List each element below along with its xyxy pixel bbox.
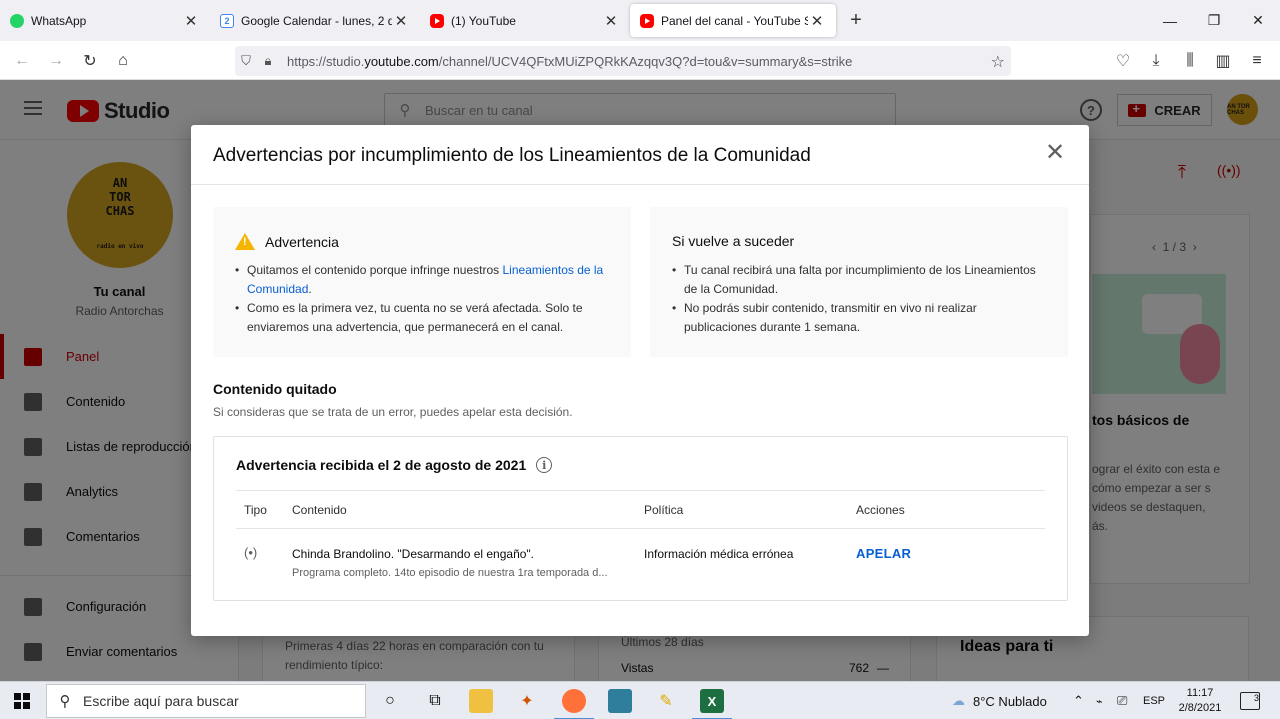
file-explorer-icon[interactable] — [469, 689, 493, 713]
strike-title-text: Advertencia recibida el 2 de agosto de 2… — [236, 457, 527, 473]
warning-bullet: Quitamos el contenido porque infringe nu… — [235, 261, 615, 299]
again-bullet: No podrás subir contenido, transmitir en… — [672, 299, 1052, 337]
warning-heading: Advertencia — [235, 233, 339, 250]
url-text: https://studio.youtube.com/channel/UCV4Q… — [287, 54, 852, 69]
library-icon[interactable]: ⫼ — [1178, 49, 1202, 73]
pocket-icon[interactable]: ♡ — [1111, 49, 1135, 73]
close-icon[interactable]: ✕ — [1043, 141, 1067, 165]
url-bar[interactable]: ⛉ 🔒︎ https://studio.youtube.com/channel/… — [235, 46, 1011, 76]
close-tab-icon[interactable]: ✕ — [808, 12, 826, 30]
reload-icon[interactable]: ↻ — [78, 49, 102, 73]
gimp-icon[interactable]: ✦ — [515, 689, 539, 713]
warning-box: Advertencia Quitamos el contenido porque… — [213, 207, 631, 357]
whatsapp-icon — [10, 13, 24, 28]
windows-start-icon[interactable] — [14, 693, 30, 709]
table-header: Tipo Contenido Política Acciones — [236, 490, 1045, 529]
youtube-icon — [430, 13, 444, 28]
column-header-type: Tipo — [244, 503, 267, 517]
maximize-button[interactable]: ❐ — [1192, 0, 1236, 41]
url-host: youtube.com — [364, 53, 439, 69]
column-header-content: Contenido — [292, 503, 347, 517]
tray-chevron-icon[interactable]: ⌃ — [1073, 682, 1084, 719]
live-stream-icon: (•) — [244, 545, 258, 560]
tab-title: Google Calendar - lunes, 2 de a — [241, 13, 392, 28]
bullet-text: Quitamos el contenido porque infringe nu… — [247, 263, 503, 277]
column-header-policy: Política — [644, 503, 684, 517]
bullet-text: . — [308, 282, 312, 296]
removed-content-subtitle: Si consideras que se trata de un error, … — [213, 405, 573, 419]
task-view-icon[interactable]: ⧉ — [423, 689, 447, 713]
table-row: (•) Chinda Brandolino. "Desarmando el en… — [236, 529, 1045, 599]
warning-bullets: Quitamos el contenido porque infringe nu… — [235, 261, 615, 337]
close-tab-icon[interactable]: ✕ — [602, 12, 620, 30]
column-header-actions: Acciones — [856, 503, 905, 517]
sidebar-icon[interactable]: ▥ — [1211, 49, 1235, 73]
youtube-icon — [640, 13, 654, 28]
minimize-button[interactable]: — — [1148, 0, 1192, 41]
url-protocol: https://studio. — [287, 53, 365, 69]
tab-title: (1) YouTube — [451, 13, 516, 28]
forward-icon[interactable]: → — [44, 49, 68, 73]
firefox-icon[interactable] — [554, 689, 594, 719]
download-icon[interactable]: ⤓ — [1144, 49, 1168, 73]
tab-google-calendar[interactable]: 2 Google Calendar - lunes, 2 de a ✕ — [210, 0, 420, 41]
tab-title: Panel del canal - YouTube Studi — [661, 13, 808, 28]
again-bullet: Tu canal recibirá una falta por incumpli… — [672, 261, 1052, 299]
tab-whatsapp[interactable]: WhatsApp ✕ — [0, 0, 210, 41]
weather-text: 8°C Nublado — [973, 693, 1047, 709]
display-icon[interactable]: ⎚ — [1117, 682, 1127, 719]
close-window-button[interactable]: ✕ — [1236, 0, 1280, 41]
warning-bullet: Como es la primera vez, tu cuenta no se … — [235, 299, 615, 337]
network-icon[interactable]: ⌁ — [1096, 682, 1103, 719]
notifications-icon[interactable]: 3 — [1240, 692, 1260, 710]
browser-tabbar: WhatsApp ✕ 2 Google Calendar - lunes, 2 … — [0, 0, 1280, 41]
again-bullets: Tu canal recibirá una falta por incumpli… — [672, 261, 1052, 337]
browser-navbar: ← → ↻ ⌂ ⛉ 🔒︎ https://studio.youtube.com/… — [0, 41, 1280, 80]
clock-date: 2/8/2021 — [1178, 702, 1222, 714]
taskbar-clock[interactable]: 11:17 2/8/2021 — [1170, 686, 1230, 716]
paint-icon[interactable]: ✎ — [654, 689, 678, 713]
shield-icon[interactable]: ⛉ — [235, 53, 257, 69]
strike-title: Advertencia recibida el 2 de agosto de 2… — [236, 457, 553, 473]
url-path: /channel/UCV4QFtxMUiZPQRkKAzqqv3Q?d=tou&… — [438, 53, 853, 69]
taskbar-search-input[interactable]: ⚲ Escribe aquí para buscar — [46, 684, 366, 718]
tab-youtube[interactable]: (1) YouTube ✕ — [420, 0, 630, 41]
close-tab-icon[interactable]: ✕ — [392, 12, 410, 30]
cortana-icon[interactable]: ○ — [378, 689, 402, 713]
removed-content-title: Contenido quitado — [213, 381, 337, 397]
tab-title: WhatsApp — [31, 13, 87, 28]
content-title: Chinda Brandolino. "Desarmando el engaño… — [292, 547, 535, 561]
again-box: Si vuelve a suceder Tu canal recibirá un… — [650, 207, 1068, 357]
back-icon[interactable]: ← — [10, 49, 34, 73]
tab-youtube-studio[interactable]: Panel del canal - YouTube Studi ✕ — [630, 4, 836, 37]
close-tab-icon[interactable]: ✕ — [182, 12, 200, 30]
warning-icon — [235, 233, 255, 250]
menu-icon[interactable]: ≡ — [1245, 49, 1269, 73]
info-icon[interactable]: i — [536, 457, 553, 473]
home-icon[interactable]: ⌂ — [111, 49, 135, 73]
lock-icon[interactable]: 🔒︎ — [257, 53, 279, 69]
dialog-title: Advertencias por incumplimiento de los L… — [213, 145, 811, 166]
windows-taskbar: ⚲ Escribe aquí para buscar ○ ⧉ ✦ ✎ X ☁ 8… — [0, 681, 1280, 719]
new-tab-button[interactable]: + — [836, 0, 876, 41]
search-icon: ⚲ — [59, 693, 71, 710]
taskbar-search-placeholder: Escribe aquí para buscar — [83, 693, 239, 709]
calendar-icon: 2 — [220, 13, 234, 28]
clock-time: 11:17 — [1186, 687, 1214, 699]
strike-dialog: Advertencias por incumplimiento de los L… — [191, 125, 1089, 636]
appeal-button[interactable]: APELAR — [856, 546, 911, 561]
excel-icon[interactable]: X — [692, 689, 732, 719]
warning-heading-text: Advertencia — [265, 233, 339, 250]
dialog-header: Advertencias por incumplimiento de los L… — [191, 125, 1089, 185]
policy-text: Información médica errónea — [644, 547, 794, 561]
weather-widget[interactable]: ☁ 8°C Nublado — [952, 682, 1047, 719]
calculator-icon[interactable] — [608, 689, 632, 713]
content-description: Programa completo. 14to episodio de nues… — [292, 567, 608, 579]
strike-card: Advertencia recibida el 2 de agosto de 2… — [213, 436, 1068, 601]
language-indicator[interactable]: ESP — [1143, 682, 1165, 719]
again-heading: Si vuelve a suceder — [672, 233, 795, 249]
cloud-icon: ☁ — [952, 693, 965, 708]
bookmark-star-icon[interactable]: ☆ — [991, 52, 1005, 72]
